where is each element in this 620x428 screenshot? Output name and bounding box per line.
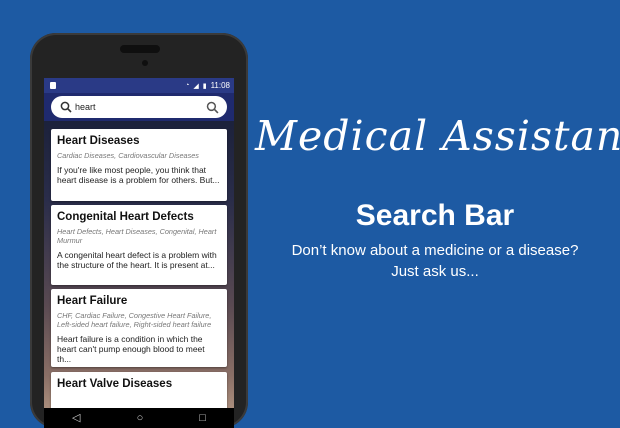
recent-apps-icon[interactable]: □ bbox=[199, 412, 206, 424]
wifi-icon: ◔ bbox=[185, 82, 190, 89]
search-bar[interactable]: heart bbox=[51, 96, 227, 118]
result-description: Heart failure is a condition in which th… bbox=[57, 334, 205, 364]
notification-icon bbox=[50, 82, 56, 89]
result-title: Heart Failure bbox=[57, 295, 128, 307]
result-tags: Cardiac Diseases, Cardiovascular Disease… bbox=[57, 151, 199, 160]
result-tags: CHF, Cardiac Failure, Congestive Heart F… bbox=[57, 311, 212, 329]
android-nav-bar: ◁ ○ □ bbox=[44, 408, 234, 428]
phone-speaker bbox=[120, 45, 160, 53]
result-title: Heart Valve Diseases bbox=[57, 378, 173, 390]
tagline-line-2: Just ask us... bbox=[391, 263, 479, 280]
result-card[interactable]: Congenital Heart Defects Heart Defects, … bbox=[51, 205, 227, 285]
phone-frame: ◔ ◢ ▮ 11:08 heart Heart Diseases Cardiac… bbox=[30, 33, 248, 428]
result-title: Congenital Heart Defects bbox=[57, 211, 194, 223]
search-icon[interactable] bbox=[57, 101, 75, 113]
result-card[interactable]: Heart Diseases Cardiac Diseases, Cardiov… bbox=[51, 129, 227, 201]
tagline-line-1: Don’t know about a medicine or a disease… bbox=[291, 242, 579, 259]
search-input[interactable]: heart bbox=[75, 102, 203, 112]
search-submit-icon[interactable] bbox=[203, 101, 221, 114]
status-bar: ◔ ◢ ▮ 11:08 bbox=[44, 78, 234, 93]
back-icon[interactable]: ◁ bbox=[72, 412, 80, 424]
phone-camera bbox=[142, 60, 148, 66]
feature-title: Search Bar bbox=[355, 199, 515, 232]
home-icon[interactable]: ○ bbox=[137, 412, 144, 424]
tagline: Don’t know about a medicine or a disease… bbox=[255, 240, 615, 282]
result-card[interactable]: Heart Failure CHF, Cardiac Failure, Cong… bbox=[51, 289, 227, 367]
result-card[interactable]: Heart Valve Diseases bbox=[51, 372, 227, 412]
app-headline: Medical Assistant bbox=[255, 112, 620, 160]
result-description: If you're like most people, you think th… bbox=[57, 165, 220, 185]
result-description: A congenital heart defect is a problem w… bbox=[57, 250, 217, 270]
result-tags: Heart Defects, Heart Diseases, Congenita… bbox=[57, 227, 217, 245]
signal-icon: ◢ bbox=[193, 82, 199, 90]
search-bar-container: heart bbox=[44, 93, 234, 121]
result-title: Heart Diseases bbox=[57, 135, 140, 147]
battery-icon: ▮ bbox=[202, 82, 207, 90]
app-screen: ◔ ◢ ▮ 11:08 heart Heart Diseases Cardiac… bbox=[44, 78, 234, 428]
status-time: 11:08 bbox=[210, 81, 230, 90]
